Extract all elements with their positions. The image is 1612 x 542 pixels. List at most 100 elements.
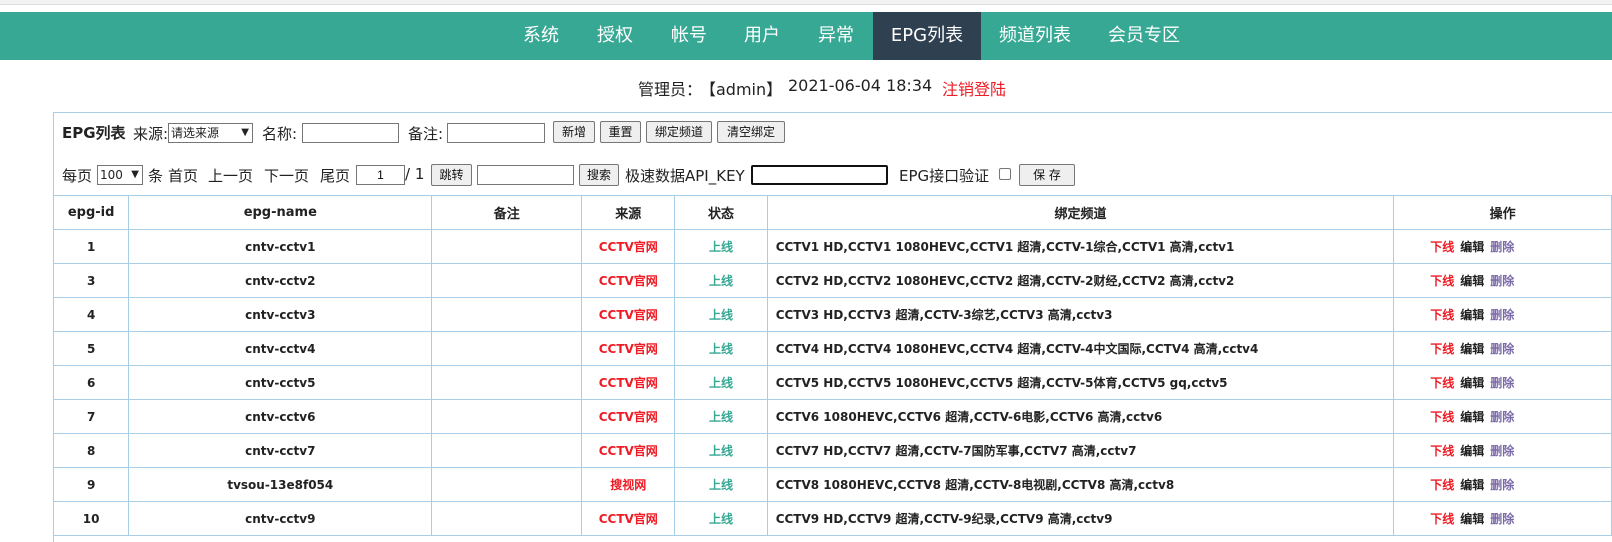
delete-link[interactable]: 删除: [1490, 410, 1514, 424]
cell-source: CCTV官网: [581, 501, 676, 536]
api-key-input[interactable]: [751, 165, 888, 185]
cell-epg-name: cntv-cctv1: [128, 229, 433, 264]
table-row: 7 cntv-cctv6 CCTV官网 上线 CCTV6 1080HEVC,CCTV6 …: [52, 399, 1612, 434]
per-page-value: 100: [100, 168, 123, 182]
remark-label: 备注:: [408, 125, 444, 143]
delete-link[interactable]: 删除: [1490, 240, 1514, 254]
edit-link[interactable]: 编辑: [1460, 410, 1484, 424]
remark-input[interactable]: [447, 123, 545, 143]
cell-remark: [431, 501, 583, 536]
edit-link[interactable]: 编辑: [1460, 478, 1484, 492]
nav-item-epg-list[interactable]: EPG列表: [873, 12, 981, 60]
edit-link[interactable]: 编辑: [1460, 512, 1484, 526]
cell-bound-channels: CCTV5 HD,CCTV5 1080HEVC,CCTV5 超清,CCTV-5体…: [766, 365, 1395, 400]
offline-link[interactable]: 下线: [1430, 240, 1454, 254]
table-row: 8 cntv-cctv7 CCTV官网 上线 CCTV7 HD,CCTV7 超清,CCT…: [52, 433, 1612, 468]
name-input[interactable]: [302, 123, 399, 143]
offline-link[interactable]: 下线: [1430, 512, 1454, 526]
clear-bind-button[interactable]: 清空绑定: [717, 121, 785, 143]
table-row: 10 cntv-cctv9 CCTV官网 上线 CCTV9 HD,CCTV9 超清,CC…: [52, 501, 1612, 536]
per-page-select[interactable]: 100 ▼: [97, 165, 143, 185]
nav-item-system[interactable]: 系统: [510, 12, 572, 60]
add-button[interactable]: 新增: [553, 121, 595, 143]
cell-status: 上线: [674, 399, 768, 434]
offline-link[interactable]: 下线: [1430, 274, 1454, 288]
nav-item-account[interactable]: 帐号: [658, 12, 720, 60]
nav-item-exception[interactable]: 异常: [805, 12, 867, 60]
nav-item-user[interactable]: 用户: [731, 12, 793, 60]
offline-link[interactable]: 下线: [1430, 342, 1454, 356]
cell-actions: 下线 编辑 删除: [1393, 331, 1612, 366]
chevron-down-icon: ▼: [241, 127, 249, 138]
epg-table: epg-id epg-name 备注 来源 状态 绑定频道 操作 1 cntv-c…: [52, 195, 1612, 536]
delete-link[interactable]: 删除: [1490, 376, 1514, 390]
edit-link[interactable]: 编辑: [1460, 308, 1484, 322]
cell-status: 上线: [674, 433, 768, 468]
cell-bound-channels: CCTV6 1080HEVC,CCTV6 超清,CCTV-6电影,CCTV6 高…: [766, 399, 1395, 434]
delete-link[interactable]: 删除: [1490, 478, 1514, 492]
cell-remark: [431, 331, 583, 366]
per-page-label: 每页: [62, 167, 93, 185]
offline-link[interactable]: 下线: [1430, 444, 1454, 458]
admin-user: 【admin】: [700, 80, 783, 99]
cell-actions: 下线 编辑 删除: [1393, 263, 1612, 298]
cell-status: 上线: [674, 263, 768, 298]
cell-remark: [431, 229, 583, 264]
delete-link[interactable]: 删除: [1490, 342, 1514, 356]
prev-page-link[interactable]: 上一页: [208, 165, 253, 186]
cell-epg-name: cntv-cctv4: [128, 331, 433, 366]
edit-link[interactable]: 编辑: [1460, 274, 1484, 288]
cell-epg-name: cntv-cctv2: [128, 263, 433, 298]
cell-bound-channels: CCTV3 HD,CCTV3 超清,CCTV-3综艺,CCTV3 高清,cctv…: [766, 297, 1395, 332]
offline-link[interactable]: 下线: [1430, 376, 1454, 390]
name-label: 名称:: [262, 125, 298, 143]
jump-button[interactable]: 跳转: [431, 164, 472, 186]
edit-link[interactable]: 编辑: [1460, 240, 1484, 254]
cell-status: 上线: [674, 229, 768, 264]
cell-epg-id: 8: [52, 433, 130, 468]
delete-link[interactable]: 删除: [1490, 444, 1514, 458]
cell-bound-channels: CCTV8 1080HEVC,CCTV8 超清,CCTV-8电视剧,CCTV8 …: [766, 467, 1395, 502]
total-pages: / 1: [405, 165, 425, 183]
logout-link[interactable]: 注销登陆: [942, 76, 1006, 100]
delete-link[interactable]: 删除: [1490, 274, 1514, 288]
reset-button[interactable]: 重置: [600, 121, 641, 143]
bind-channel-button[interactable]: 绑定频道: [646, 121, 712, 143]
cell-source: CCTV官网: [581, 263, 676, 298]
edit-link[interactable]: 编辑: [1460, 444, 1484, 458]
cell-bound-channels: CCTV7 HD,CCTV7 超清,CCTV-7国防军事,CCTV7 高清,cc…: [766, 433, 1395, 468]
offline-link[interactable]: 下线: [1430, 478, 1454, 492]
cell-status: 上线: [674, 501, 768, 536]
nav-item-auth[interactable]: 授权: [584, 12, 646, 60]
cell-source: CCTV官网: [581, 331, 676, 366]
edit-link[interactable]: 编辑: [1460, 376, 1484, 390]
page-input[interactable]: [356, 165, 405, 185]
cell-actions: 下线 编辑 删除: [1393, 501, 1612, 536]
delete-link[interactable]: 删除: [1490, 512, 1514, 526]
nav-item-channel-list[interactable]: 频道列表: [990, 12, 1080, 60]
offline-link[interactable]: 下线: [1430, 308, 1454, 322]
api-key-label: 极速数据API_KEY: [625, 167, 745, 185]
admin-label: 管理员：: [638, 80, 703, 99]
nav-item-member[interactable]: 会员专区: [1098, 12, 1190, 60]
first-page-link[interactable]: 首页: [168, 165, 198, 186]
cell-epg-id: 9: [52, 467, 130, 502]
top-border: [0, 0, 1612, 5]
cell-actions: 下线 编辑 删除: [1393, 365, 1612, 400]
cell-status: 上线: [674, 331, 768, 366]
cell-source: CCTV官网: [581, 297, 676, 332]
next-page-link[interactable]: 下一页: [264, 165, 309, 186]
search-input[interactable]: [477, 165, 574, 185]
header-epg-id: epg-id: [52, 195, 130, 230]
edit-link[interactable]: 编辑: [1460, 342, 1484, 356]
epg-verify-checkbox[interactable]: [999, 168, 1011, 180]
save-button[interactable]: 保 存: [1019, 164, 1075, 186]
cell-source: 搜视网: [581, 467, 676, 502]
source-select[interactable]: 请选来源 ▼: [168, 123, 253, 143]
delete-link[interactable]: 删除: [1490, 308, 1514, 322]
search-button[interactable]: 搜索: [579, 164, 619, 186]
last-page-link[interactable]: 尾页: [320, 165, 350, 186]
table-row: 3 cntv-cctv2 CCTV官网 上线 CCTV2 HD,CCTV2 1080HE…: [52, 263, 1612, 298]
per-page-unit: 条: [148, 167, 164, 185]
offline-link[interactable]: 下线: [1430, 410, 1454, 424]
